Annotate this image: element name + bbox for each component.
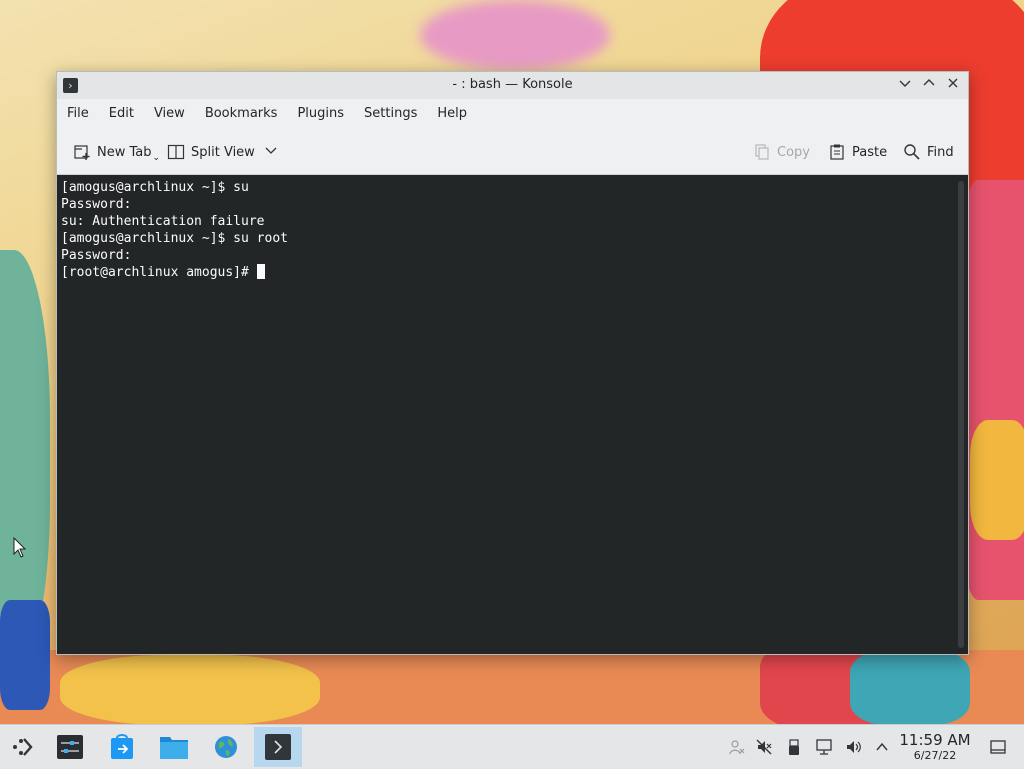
digital-clock[interactable]: 11:59 AM 6/27/22 (896, 731, 974, 762)
system-settings-icon (57, 735, 83, 759)
show-desktop-button[interactable] (988, 737, 1008, 757)
title-bar[interactable]: › - : bash — Konsole (57, 72, 968, 99)
taskbar-system-settings[interactable] (50, 729, 90, 765)
terminal-prompt: [root@archlinux amogus]# (61, 265, 257, 280)
taskbar-file-manager[interactable] (154, 729, 194, 765)
volume-icon (847, 741, 861, 753)
chevron-up-icon (923, 79, 935, 86)
copy-button[interactable]: Copy (753, 141, 810, 163)
clock-time: 11:59 AM (899, 731, 971, 749)
taskbar-discover[interactable] (102, 729, 142, 765)
paste-icon (828, 143, 846, 161)
menu-help[interactable]: Help (430, 99, 474, 129)
menu-view[interactable]: View (147, 99, 192, 129)
search-icon (903, 143, 921, 161)
tray-user[interactable] (726, 737, 746, 757)
tray-usb[interactable] (784, 737, 804, 757)
menu-settings[interactable]: Settings (357, 99, 424, 129)
show-desktop-icon (990, 740, 1006, 754)
new-tab-label: New Tab (97, 144, 152, 160)
menu-edit[interactable]: Edit (102, 99, 141, 129)
menu-file[interactable]: File (60, 99, 96, 129)
konsole-window: › - : bash — Konsole File Edit View Book… (56, 71, 969, 655)
taskbar-web-browser[interactable] (206, 729, 246, 765)
chevron-down-small-icon: ⌄ (152, 153, 161, 163)
application-launcher-button[interactable] (2, 729, 42, 765)
launcher-icon (13, 738, 33, 756)
toolbar: New Tab ⌄ Split View Copy Paste Find (57, 129, 968, 175)
tray-volume[interactable] (844, 737, 864, 757)
paste-label: Paste (852, 144, 888, 160)
expand-tray-icon (876, 742, 888, 751)
user-icon (729, 740, 745, 755)
close-button[interactable] (943, 76, 963, 96)
maximize-button[interactable] (919, 76, 939, 96)
taskbar: 11:59 AM 6/27/22 (0, 724, 1024, 769)
terminal-line: Password: (61, 197, 132, 212)
network-icon (816, 739, 832, 755)
menu-bookmarks[interactable]: Bookmarks (198, 99, 285, 129)
tray-expand[interactable] (872, 737, 892, 757)
konsole-icon (265, 734, 291, 760)
terminal-area[interactable]: [amogus@archlinux ~]$ su Password: su: A… (57, 175, 968, 654)
mute-icon (756, 739, 772, 755)
copy-label: Copy (777, 144, 810, 160)
terminal-output: [amogus@archlinux ~]$ su Password: su: A… (61, 179, 288, 281)
split-view-label: Split View (191, 144, 255, 160)
mouse-pointer-icon (13, 537, 27, 558)
new-tab-icon (73, 143, 91, 161)
browser-icon (215, 736, 237, 758)
tray-network[interactable] (814, 737, 834, 757)
new-tab-button[interactable]: New Tab ⌄ (73, 141, 160, 163)
split-view-button[interactable]: Split View (167, 141, 277, 163)
terminal-line: [amogus@archlinux ~]$ su root (61, 231, 288, 246)
dolphin-icon (160, 737, 188, 759)
terminal-line: su: Authentication failure (61, 214, 265, 229)
split-view-icon (167, 143, 185, 161)
minimize-button[interactable] (895, 76, 915, 96)
text-cursor (256, 264, 265, 279)
menu-plugins[interactable]: Plugins (290, 99, 351, 129)
find-label: Find (927, 144, 954, 160)
window-title: - : bash — Konsole (452, 77, 573, 92)
paste-button[interactable]: Paste (828, 141, 887, 163)
taskbar-konsole[interactable] (254, 727, 302, 767)
terminal-line: Password: (61, 248, 132, 263)
chevron-down-icon (265, 144, 277, 160)
find-button[interactable]: Find (903, 141, 954, 163)
clock-date: 6/27/22 (913, 749, 957, 762)
terminal-scrollbar[interactable] (958, 181, 964, 648)
usb-icon (789, 739, 799, 755)
close-icon (948, 78, 958, 88)
copy-icon (753, 143, 771, 161)
chevron-down-icon (899, 80, 911, 87)
discover-icon (111, 734, 133, 759)
terminal-line: [amogus@archlinux ~]$ su (61, 180, 249, 195)
tray-mute[interactable] (754, 737, 774, 757)
menu-bar: File Edit View Bookmarks Plugins Setting… (57, 99, 968, 129)
